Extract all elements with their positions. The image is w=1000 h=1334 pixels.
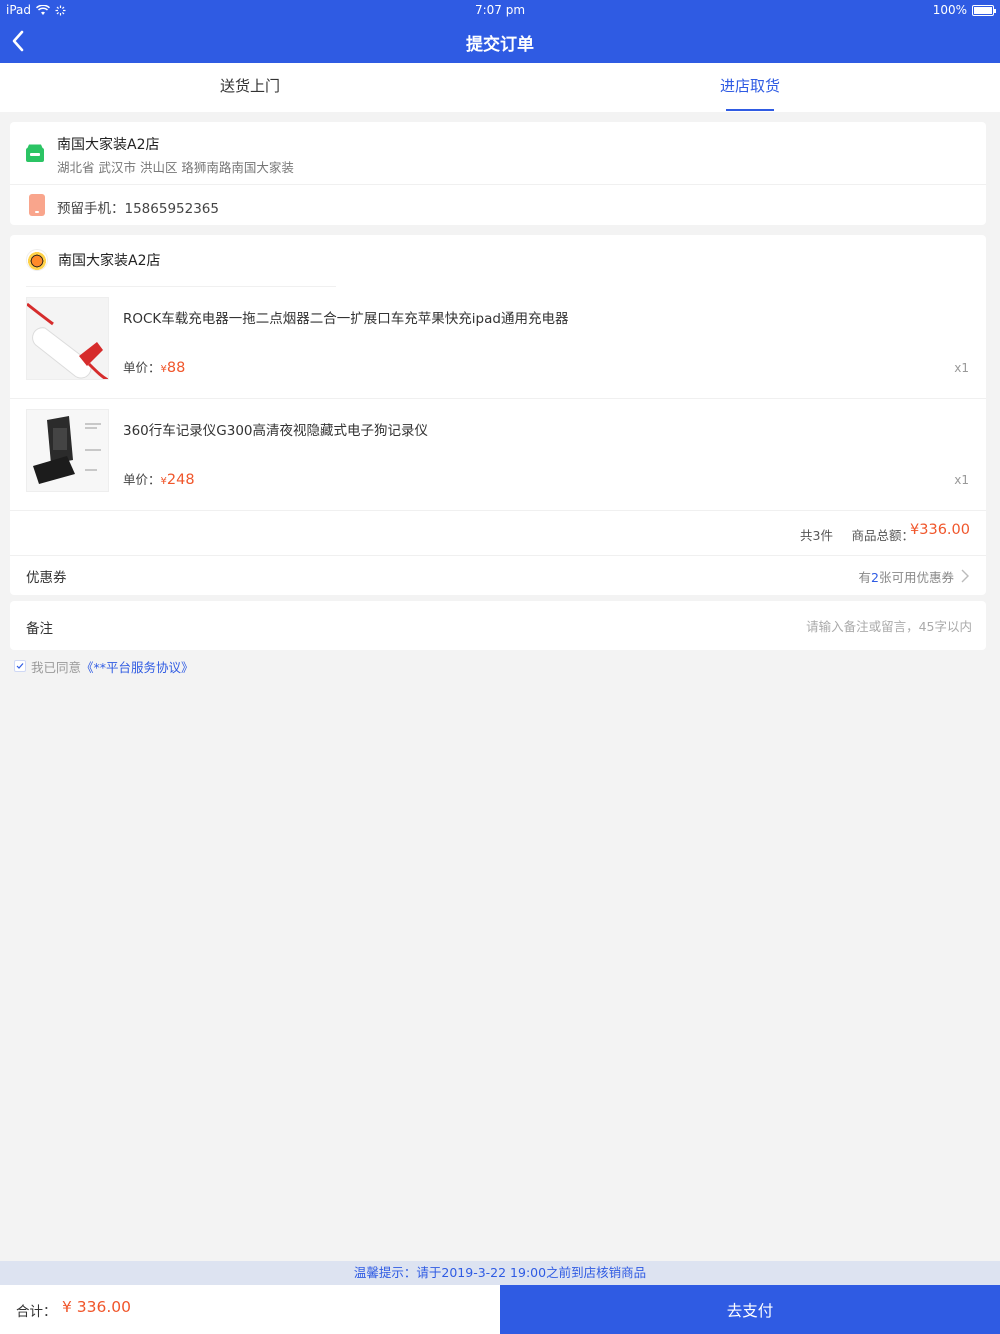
battery-percent: 100% [932,3,967,17]
shop-logo [26,249,48,271]
quantity: x1 [954,473,969,487]
coupon-label: 优惠券 [26,570,67,586]
car-charger-image [27,298,108,379]
check-icon [16,663,24,669]
total-amount: ¥ 336.00 [62,1298,132,1316]
agreement-checkbox[interactable] [14,660,26,672]
shop-name: 南国大家装A2店 [58,253,161,269]
price-value: ¥248 [161,472,195,488]
coupon-row[interactable]: 优惠券 有2张可用优惠券 [10,556,986,595]
pickup-store-card: 南国大家装A2店 湖北省 武汉市 洪山区 珞狮南路南国大家装 预留手机：1586… [10,122,986,225]
phone-icon [29,194,45,216]
remark-input[interactable] [712,615,972,637]
pickup-tip: 温馨提示：请于2019-3-22 19:00之前到店核销商品 [0,1261,1000,1285]
product-item[interactable]: 360行车记录仪G300高清夜视隐藏式电子狗记录仪 单价：¥248 x1 [10,399,986,511]
reserved-phone-row[interactable]: 预留手机：15865952365 [10,185,986,225]
unit-price-label: 单价： [123,472,161,487]
agreement-row: 我已同意 《**平台服务协议》 [14,657,194,676]
store-address: 湖北省 武汉市 洪山区 珞狮南路南国大家装 [57,160,294,175]
status-bar: iPad 7:07 pm 100% [0,0,1000,22]
remark-label: 备注 [26,621,53,637]
store-name: 南国大家装A2店 [57,137,160,153]
unit-price: 单价：¥248 [123,469,195,488]
unit-price-label: 单价： [123,360,161,375]
tab-label: 送货上门 [219,77,280,95]
coupon-available: 有2张可用优惠券 [859,567,954,586]
price-value: ¥88 [161,360,186,376]
price-amount: 88 [166,360,186,376]
goods-total: ¥336.00 [910,522,970,538]
order-summary: 共3件 商品总额： ¥336.00 [10,511,986,556]
tab-active-indicator [726,109,774,111]
order-card: 南国大家装A2店 ROCK车载充电器一拖二点烟器二合一扩展口车充苹果快充ipad… [10,235,986,595]
total-label: 合计： [16,1304,57,1320]
item-count: 共3件 [800,528,833,543]
product-image [26,409,109,492]
coupon-suffix: 张可用优惠券 [878,570,954,585]
remark-card: 备注 [10,601,986,650]
status-time: 7:07 pm [474,3,526,17]
quantity: x1 [954,361,969,375]
agreement-text: 我已同意 [31,659,82,675]
coupon-prefix: 有 [858,570,872,585]
goods-total-label: 商品总额： [851,528,914,543]
status-right: 100% [932,3,996,17]
nav-bar: iPad 7:07 pm 100% 提交订单 [0,0,1000,63]
product-name: 360行车记录仪G300高清夜视隐藏式电子狗记录仪 [123,423,428,439]
reserved-phone: 预留手机：15865952365 [57,201,219,217]
product-item[interactable]: ROCK车载充电器一拖二点烟器二合一扩展口车充苹果快充ipad通用充电器 单价：… [10,287,986,399]
checkout-bar: 合计： ¥ 336.00 去支付 [0,1285,1000,1334]
store-address-row[interactable]: 南国大家装A2店 湖北省 武汉市 洪山区 珞狮南路南国大家装 [10,122,986,185]
battery-icon [972,4,996,16]
tab-home-delivery[interactable]: 送货上门 [0,63,500,112]
dashcam-image [27,410,108,491]
price-amount: 248 [166,472,195,488]
product-name: ROCK车载充电器一拖二点烟器二合一扩展口车充苹果快充ipad通用充电器 [123,311,569,327]
shop-icon [26,144,44,162]
page-title: 提交订单 [466,35,534,55]
unit-price: 单价：¥88 [123,357,185,376]
tab-label: 进店取货 [719,77,780,95]
tab-store-pickup[interactable]: 进店取货 [500,63,1000,112]
chevron-right-icon [961,569,969,583]
delivery-tabs: 送货上门 进店取货 [0,63,1000,112]
coupon-count: 2 [871,570,879,585]
pay-button[interactable]: 去支付 [500,1285,1000,1334]
shop-header: 南国大家装A2店 [26,249,160,271]
product-image [26,297,109,380]
agreement-link[interactable]: 《**平台服务协议》 [81,657,194,676]
